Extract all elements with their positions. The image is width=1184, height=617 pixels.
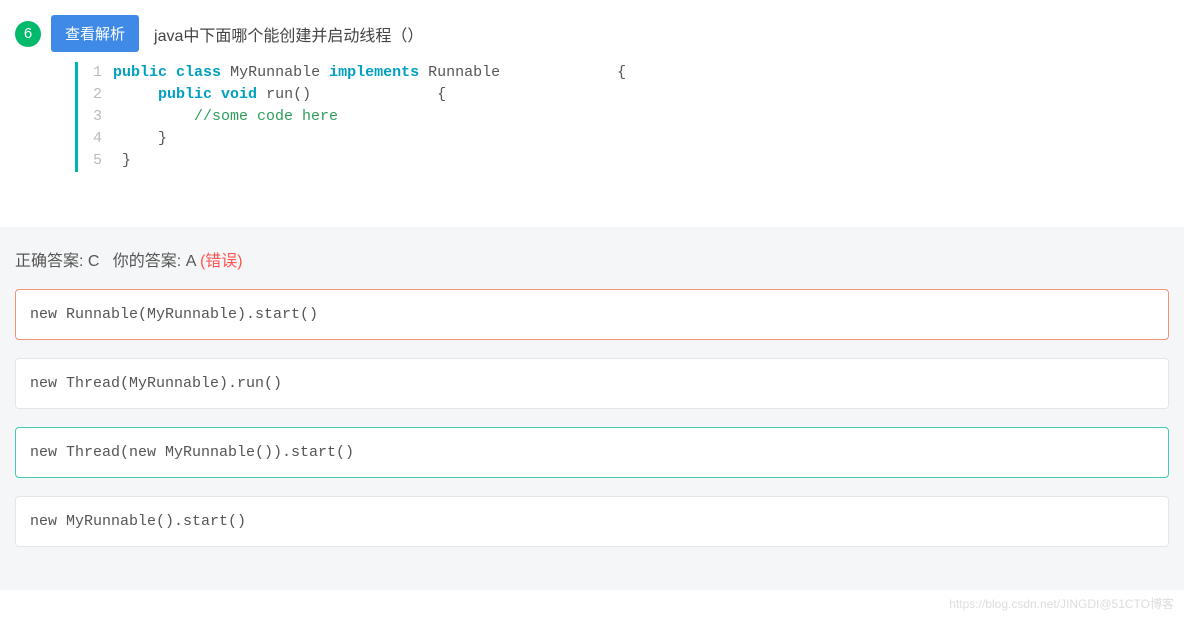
- option-d[interactable]: new MyRunnable().start(): [15, 496, 1169, 547]
- code-line: public class MyRunnable implements Runna…: [113, 62, 626, 172]
- code-block: 12345 public class MyRunnable implements…: [60, 62, 1184, 187]
- watermark: https://blog.csdn.net/JINGDI@51CTO博客: [949, 595, 1174, 612]
- option-b[interactable]: new Thread(MyRunnable).run(): [15, 358, 1169, 409]
- correct-answer-label: 正确答案: C: [15, 253, 99, 270]
- question-header: 6 查看解析 java中下面哪个能创建并启动线程（）: [0, 0, 1184, 62]
- option-a[interactable]: new Runnable(MyRunnable).start(): [15, 289, 1169, 340]
- view-analysis-button[interactable]: 查看解析: [51, 15, 139, 52]
- question-title: java中下面哪个能创建并启动线程（）: [154, 22, 423, 46]
- wrong-tag: (错误): [200, 253, 243, 270]
- option-c[interactable]: new Thread(new MyRunnable()).start(): [15, 427, 1169, 478]
- answer-summary: 正确答案: C 你的答案: A (错误): [15, 247, 1169, 271]
- question-number-badge: 6: [15, 21, 41, 47]
- your-answer-label: 你的答案: A: [113, 253, 196, 270]
- line-gutter: 12345: [90, 62, 113, 172]
- answer-section: 正确答案: C 你的答案: A (错误) new Runnable(MyRunn…: [0, 227, 1184, 590]
